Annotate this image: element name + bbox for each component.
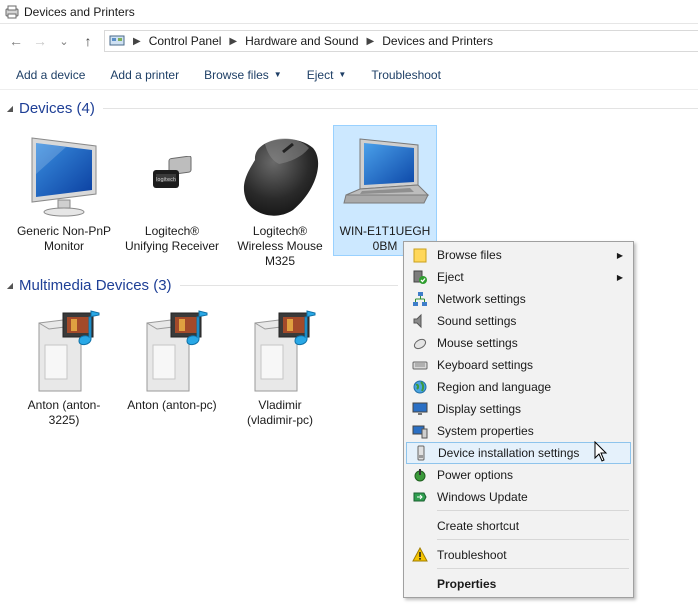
up-button[interactable]: ↑ xyxy=(76,29,100,53)
menu-item-display-settings[interactable]: Display settings xyxy=(406,398,631,420)
device-label: Logitech® Unifying Receiver xyxy=(124,224,220,253)
eject-icon xyxy=(406,269,434,285)
usb-receiver-icon: logitech xyxy=(120,128,224,224)
menu-item-create-shortcut[interactable]: Create shortcut xyxy=(406,515,631,537)
device-install-icon xyxy=(407,445,435,461)
device-tile-laptop[interactable]: WIN-E1T1UEGH0BM xyxy=(333,125,437,256)
media-server-icon xyxy=(120,302,224,398)
breadcrumb-control-panel[interactable]: Control Panel xyxy=(149,34,222,48)
warning-icon xyxy=(406,547,434,563)
media-tile-anton-pc[interactable]: Anton (anton-pc) xyxy=(120,302,224,413)
troubleshoot-button[interactable]: Troubleshoot xyxy=(371,68,441,82)
update-icon xyxy=(406,489,434,505)
menu-item-system-properties[interactable]: System properties xyxy=(406,420,631,442)
submenu-arrow-icon: ▶ xyxy=(616,272,623,282)
collapse-chevron-icon[interactable]: ◢ xyxy=(3,281,17,290)
back-button[interactable]: ← xyxy=(4,29,28,53)
address-bar[interactable]: ▶ Control Panel ▶ Hardware and Sound ▶ D… xyxy=(104,30,698,52)
media-server-icon xyxy=(12,302,116,398)
menu-item-mouse-settings[interactable]: Mouse settings xyxy=(406,332,631,354)
menu-item-region-and-language[interactable]: Region and language xyxy=(406,376,631,398)
menu-item-troubleshoot[interactable]: Troubleshoot xyxy=(406,544,631,566)
breadcrumb-separator: ▶ xyxy=(133,35,141,47)
menu-item-browse-files[interactable]: Browse files ▶ xyxy=(406,244,631,266)
menu-item-sound-settings[interactable]: Sound settings xyxy=(406,310,631,332)
breadcrumb-separator[interactable]: ▶ xyxy=(367,36,375,47)
breadcrumb-hardware-and-sound[interactable]: Hardware and Sound xyxy=(245,34,358,48)
media-label: Vladimir (vladimir-pc) xyxy=(247,398,313,427)
chevron-down-icon: ▼ xyxy=(338,70,347,79)
media-label: Anton (anton-3225) xyxy=(27,398,101,427)
command-toolbar: Add a device Add a printer Browse files ▼… xyxy=(0,60,698,90)
globe-icon xyxy=(406,379,434,395)
chevron-down-icon: ▼ xyxy=(273,70,282,79)
multimedia-group-title: Multimedia Devices (3) xyxy=(19,277,172,294)
svg-text:logitech: logitech xyxy=(156,177,176,183)
add-printer-button[interactable]: Add a printer xyxy=(110,68,179,82)
submenu-arrow-icon: ▶ xyxy=(616,250,623,260)
breadcrumb-separator[interactable]: ▶ xyxy=(229,36,237,47)
add-device-button[interactable]: Add a device xyxy=(16,68,85,82)
recent-locations-button[interactable]: ⌄ xyxy=(52,29,76,53)
media-label: Anton (anton-pc) xyxy=(127,398,217,412)
browse-files-button[interactable]: Browse files ▼ xyxy=(204,68,282,82)
forward-button[interactable]: → xyxy=(28,29,52,53)
context-menu: Browse files ▶ Eject ▶ Network settings … xyxy=(403,241,634,598)
media-tile-anton-3225[interactable]: Anton (anton-3225) xyxy=(12,302,116,428)
laptop-icon xyxy=(334,126,436,224)
address-row: ← → ⌄ ↑ ▶ Control Panel ▶ Hardware and S… xyxy=(0,28,698,54)
menu-item-keyboard-settings[interactable]: Keyboard settings xyxy=(406,354,631,376)
display-icon xyxy=(406,401,434,417)
group-divider xyxy=(179,285,398,286)
browse-files-label: Browse files xyxy=(204,67,269,82)
collapse-chevron-icon[interactable]: ◢ xyxy=(3,104,17,113)
eject-label: Eject xyxy=(306,67,334,82)
device-label: Generic Non-PnP Monitor xyxy=(16,224,112,253)
title-bar: Devices and Printers xyxy=(0,0,698,24)
window-title: Devices and Printers xyxy=(24,4,135,19)
mouse-cursor-icon xyxy=(594,440,608,466)
breadcrumb-devices-and-printers[interactable]: Devices and Printers xyxy=(382,34,493,48)
monitor-icon xyxy=(12,128,116,224)
device-tile-unifying-receiver[interactable]: logitech Logitech® Unifying Receiver xyxy=(120,128,224,254)
network-icon xyxy=(406,291,434,307)
menu-item-windows-update[interactable]: Windows Update xyxy=(406,486,631,508)
menu-item-properties[interactable]: Properties xyxy=(406,573,631,595)
menu-item-power-options[interactable]: Power options xyxy=(406,464,631,486)
system-icon xyxy=(406,423,434,439)
mouse-small-icon xyxy=(406,335,434,351)
devices-group-header[interactable]: ◢ Devices (4) xyxy=(0,100,698,117)
device-tile-monitor[interactable]: Generic Non-PnP Monitor xyxy=(12,128,116,254)
control-panel-icon xyxy=(109,34,125,48)
power-icon xyxy=(406,467,434,483)
menu-item-network-settings[interactable]: Network settings xyxy=(406,288,631,310)
media-tile-vladimir-pc[interactable]: Vladimir (vladimir-pc) xyxy=(228,302,332,428)
media-server-icon xyxy=(228,302,332,398)
menu-item-eject[interactable]: Eject ▶ xyxy=(406,266,631,288)
devices-group-title: Devices (4) xyxy=(19,100,95,117)
group-divider xyxy=(102,108,698,109)
menu-separator xyxy=(437,568,629,569)
keyboard-icon xyxy=(406,357,434,373)
eject-button[interactable]: Eject ▼ xyxy=(307,68,347,82)
devices-printers-icon xyxy=(4,4,20,20)
speaker-icon xyxy=(406,313,434,329)
folder-icon xyxy=(406,247,434,263)
mouse-icon xyxy=(228,128,332,224)
menu-separator xyxy=(437,539,629,540)
menu-separator xyxy=(437,510,629,511)
device-label: Logitech® Wireless Mouse M325 xyxy=(237,224,323,268)
device-tile-wireless-mouse[interactable]: Logitech® Wireless Mouse M325 xyxy=(228,128,332,269)
